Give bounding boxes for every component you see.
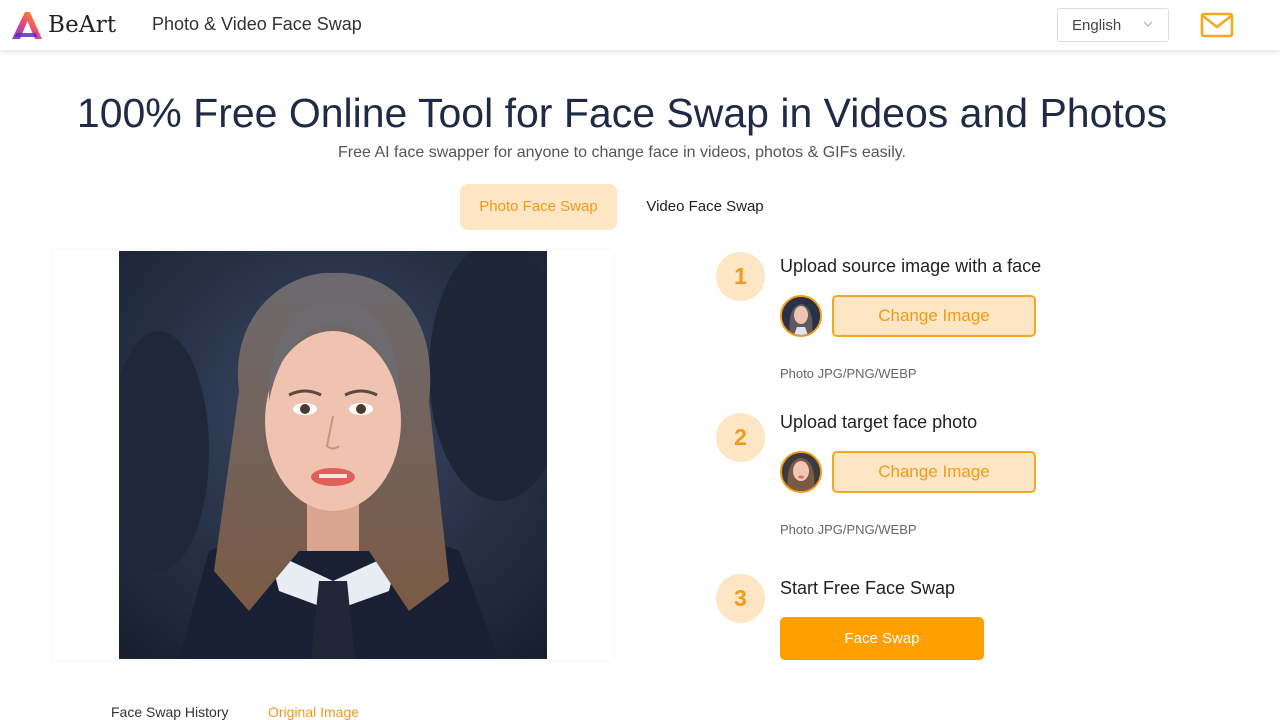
beart-logo-icon	[12, 12, 42, 39]
language-value: English	[1072, 16, 1122, 34]
logo[interactable]: BeArt	[10, 9, 116, 41]
target-image-thumbnail[interactable]	[780, 451, 822, 493]
face-swap-history-tab[interactable]: Face Swap History	[111, 704, 228, 720]
top-header: BeArt Photo & Video Face Swap English	[0, 0, 1280, 50]
source-format-note: Photo JPG/PNG/WEBP	[780, 366, 917, 381]
change-target-image-button[interactable]: Change Image	[832, 451, 1036, 493]
page-title: 100% Free Online Tool for Face Swap in V…	[76, 90, 1168, 136]
step-1-number: 1	[716, 252, 765, 301]
target-format-note: Photo JPG/PNG/WEBP	[780, 522, 917, 537]
source-image-thumbnail[interactable]	[780, 295, 822, 337]
step-2-number: 2	[716, 413, 765, 462]
brand-name: BeArt	[48, 12, 117, 38]
change-source-image-button[interactable]: Change Image	[832, 295, 1036, 337]
original-image-tab[interactable]: Original Image	[268, 704, 359, 720]
chevron-down-icon	[1143, 21, 1153, 27]
step-2-title: Upload target face photo	[780, 412, 978, 432]
step-3-title: Start Free Face Swap	[780, 578, 956, 598]
tab-photo-face-swap[interactable]: Photo Face Swap	[460, 184, 617, 230]
result-preview-image	[119, 251, 547, 659]
mail-icon[interactable]	[1200, 12, 1234, 38]
language-select[interactable]: English	[1057, 8, 1169, 42]
tab-video-face-swap[interactable]: Video Face Swap	[630, 184, 780, 230]
face-swap-button[interactable]: Face Swap	[780, 617, 984, 660]
nav-title[interactable]: Photo & Video Face Swap	[152, 14, 362, 35]
page-subtitle: Free AI face swapper for anyone to chang…	[337, 144, 906, 161]
step-1-title: Upload source image with a face	[780, 256, 1042, 276]
step-3-number: 3	[716, 574, 765, 623]
